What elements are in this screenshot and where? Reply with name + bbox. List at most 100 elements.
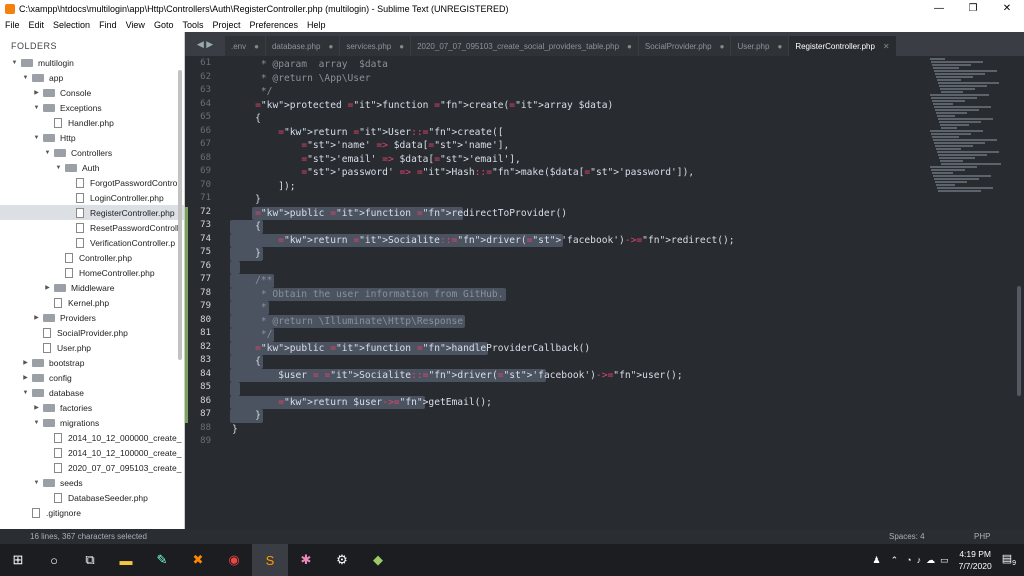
code-line[interactable]: ="kw">public ="it">function ="fn">handle… (232, 342, 590, 356)
folder-item[interactable]: ▶ Providers (0, 310, 184, 325)
code-line[interactable]: ]); (232, 180, 295, 194)
sidebar-scrollbar[interactable] (178, 70, 182, 360)
modified-dot-icon[interactable]: ● (627, 42, 632, 51)
folder-item[interactable]: ▼ app (0, 70, 184, 85)
volume-icon[interactable]: ♪ (917, 555, 922, 565)
modified-dot-icon[interactable]: ● (399, 42, 404, 51)
folder-item[interactable]: ▼ Exceptions (0, 100, 184, 115)
code-line[interactable]: */ (232, 85, 273, 99)
tab-nav-arrows-icon[interactable]: ◀ ▶ (185, 32, 225, 56)
file-item[interactable]: 2014_10_12_000000_create_ (0, 430, 184, 445)
folder-item[interactable]: ▼ seeds (0, 475, 184, 490)
menu-item-file[interactable]: File (5, 20, 20, 30)
folder-item[interactable]: ▼ Http (0, 130, 184, 145)
maximize-button[interactable]: ❐ (956, 0, 990, 17)
code-line[interactable]: * @return \Illuminate\Http\Response (232, 315, 463, 329)
tab-registercontroller-php[interactable]: RegisterController.php ✕ (789, 36, 896, 56)
folder-item[interactable]: ▼ multilogin (0, 55, 184, 70)
task-view-icon[interactable]: ⧉ (72, 544, 108, 576)
file-item[interactable]: LoginController.php (0, 190, 184, 205)
sublime-text-icon[interactable]: S (252, 544, 288, 576)
chrome-icon[interactable]: ◉ (216, 544, 252, 576)
code-editor[interactable]: 61 62 63 64 65 66 67 68 69 70 71 72 73 74 75 76 77 78 79 80… (185, 56, 1024, 529)
file-item[interactable]: SocialProvider.php (0, 325, 184, 340)
code-line[interactable]: /** (232, 274, 272, 288)
file-item[interactable]: Kernel.php (0, 295, 184, 310)
close-button[interactable]: ✕ (990, 0, 1024, 17)
file-item[interactable]: Handler.php (0, 115, 184, 130)
file-item[interactable]: .gitignore (0, 505, 184, 520)
modified-dot-icon[interactable]: ● (254, 42, 259, 51)
slack-icon[interactable]: ✱ (288, 544, 324, 576)
minimize-button[interactable]: — (922, 0, 956, 17)
search-icon[interactable]: ○ (36, 544, 72, 576)
code-line[interactable]: ="kw">protected ="it">function ="fn">cre… (232, 99, 613, 113)
code-line[interactable]: * @param array $data (232, 58, 388, 72)
code-line[interactable]: { (232, 355, 261, 369)
file-item[interactable]: DatabaseSeeder.php (0, 490, 184, 505)
file-item[interactable]: 2014_10_12_100000_create_ (0, 445, 184, 460)
clock[interactable]: 4:19 PM 7/7/2020 (959, 548, 992, 572)
code-line[interactable]: } (232, 247, 261, 261)
code-line[interactable]: } (232, 409, 261, 423)
file-item[interactable]: RegisterController.php (0, 205, 184, 220)
battery-icon[interactable]: ▭ (940, 555, 949, 566)
folder-item[interactable]: ▶ config (0, 370, 184, 385)
onedrive-icon[interactable]: ☁ (926, 555, 935, 566)
file-explorer-icon[interactable]: ▬ (108, 544, 144, 576)
menu-item-project[interactable]: Project (212, 20, 240, 30)
folder-item[interactable]: ▼ database (0, 385, 184, 400)
syntax-status[interactable]: PHP (974, 532, 990, 541)
code-line[interactable]: ="st">'password' => ="it">Hash::="fn">ma… (232, 166, 694, 180)
menu-item-edit[interactable]: Edit (29, 20, 45, 30)
code-line[interactable]: $user = ="it">Socialite::="fn">driver(="… (232, 369, 682, 383)
code-line[interactable]: * (232, 301, 267, 315)
menu-item-find[interactable]: Find (99, 20, 117, 30)
file-item[interactable]: User.php (0, 340, 184, 355)
code-line[interactable]: } (232, 423, 238, 437)
file-item[interactable]: Controller.php (0, 250, 184, 265)
folder-item[interactable]: ▼ Auth (0, 160, 184, 175)
minimap[interactable] (930, 58, 1001, 198)
code-line[interactable]: ="st">'name' => $data[="st">'name'], (232, 139, 509, 153)
indentation-status[interactable]: Spaces: 4 (889, 532, 925, 541)
menu-item-goto[interactable]: Goto (154, 20, 174, 30)
xampp-icon[interactable]: ✖ (180, 544, 216, 576)
folder-item[interactable]: ▶ Console (0, 85, 184, 100)
code-line[interactable]: { (232, 112, 261, 126)
folder-item[interactable]: ▶ Middleware (0, 280, 184, 295)
code-line[interactable]: ="st">'email' => $data[="st">'email'], (232, 153, 521, 167)
code-line[interactable]: * @return \App\User (232, 72, 371, 86)
file-item[interactable]: VerificationController.p (0, 235, 184, 250)
folder-item[interactable]: ▶ factories (0, 400, 184, 415)
people-icon[interactable]: ♟ (873, 555, 881, 566)
close-tab-icon[interactable]: ✕ (883, 42, 890, 51)
network-icon[interactable]: ◔ (906, 555, 911, 565)
tab-user-php[interactable]: User.php ● (731, 36, 789, 56)
code-line[interactable]: ="kw">public ="it">function ="fn">redire… (232, 207, 567, 221)
code-line[interactable]: */ (232, 328, 273, 342)
menu-item-view[interactable]: View (126, 20, 145, 30)
menu-item-help[interactable]: Help (307, 20, 326, 30)
folder-item[interactable]: ▼ migrations (0, 415, 184, 430)
code-line[interactable]: } (232, 193, 261, 207)
tab-socialprovider-php[interactable]: SocialProvider.php ● (638, 36, 731, 56)
file-item[interactable]: ResetPasswordControll (0, 220, 184, 235)
folder-item[interactable]: ▶ bootstrap (0, 355, 184, 370)
windows-start-icon[interactable]: ⊞ (0, 544, 36, 576)
notifications-icon[interactable]: ▤9 (1002, 552, 1016, 567)
tab-database-php[interactable]: database.php ● (265, 36, 340, 56)
code-line[interactable]: ="kw">return ="it">User::="fn">create([ (232, 126, 503, 140)
code-line[interactable]: ="kw">return $user->="fn">getEmail(); (232, 396, 492, 410)
folder-item[interactable]: ▼ Controllers (0, 145, 184, 160)
file-item[interactable]: 2020_07_07_095103_create_ (0, 460, 184, 475)
code-line[interactable]: { (232, 220, 261, 234)
modified-dot-icon[interactable]: ● (720, 42, 725, 51)
menu-item-preferences[interactable]: Preferences (249, 20, 298, 30)
notepad-icon[interactable]: ✎ (144, 544, 180, 576)
editor-scrollbar[interactable] (1017, 286, 1021, 396)
file-item[interactable]: HomeController.php (0, 265, 184, 280)
show-hidden-icons-icon[interactable]: ⌃ (891, 555, 899, 566)
git-icon[interactable]: ◆ (360, 544, 396, 576)
tab-2020-07-07-095103-create-social-providers-table-php[interactable]: 2020_07_07_095103_create_social_provider… (411, 36, 638, 56)
